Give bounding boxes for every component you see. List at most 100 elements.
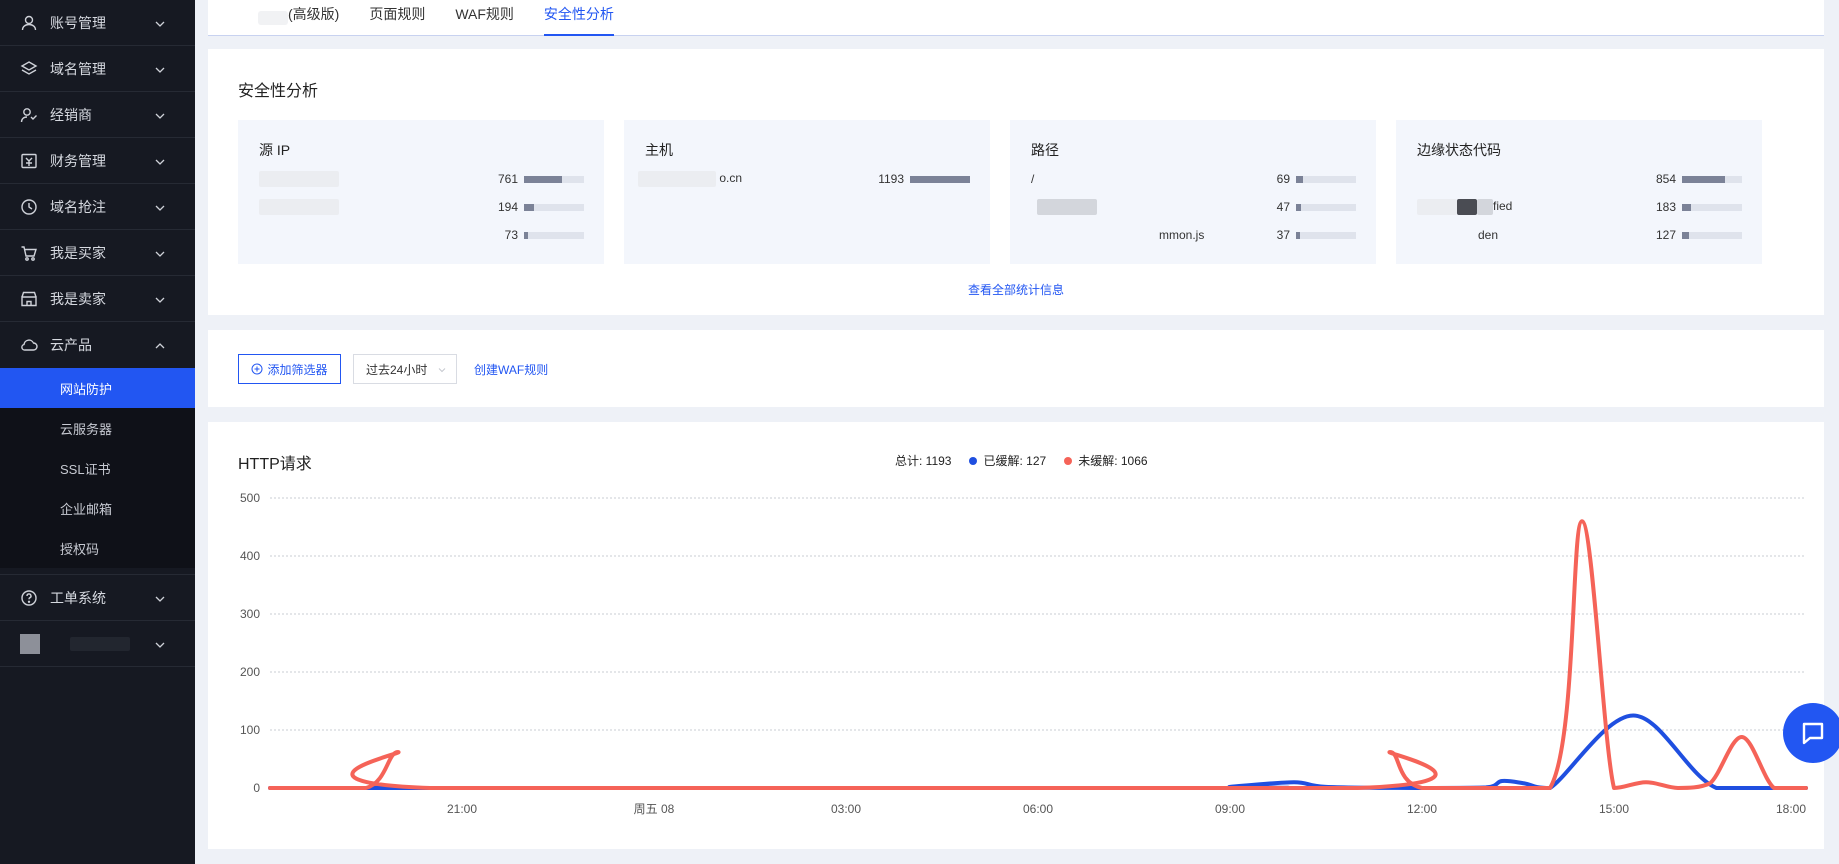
series-line-cached	[268, 713, 1808, 791]
stat-value: 183	[1655, 200, 1676, 214]
card-path: 路径 / 69 47 mmon.js 37	[1010, 120, 1376, 264]
security-analysis-panel: 安全性分析 源 IP 761 194 73 主机 o.cn 1193 路径 / …	[208, 49, 1824, 315]
card-title: 源 IP	[259, 142, 291, 158]
chevron-down-icon	[155, 591, 165, 602]
sidebar-item-account[interactable]: 账号管理	[0, 0, 195, 46]
page-title: 安全性分析	[238, 83, 319, 100]
stat-value: 761	[497, 172, 518, 186]
sidebar-item-label: 域名抢注	[50, 198, 106, 215]
x-tick-label: 06:00	[1023, 802, 1053, 816]
x-tick-label: 03:00	[831, 802, 861, 816]
x-tick-label: 18:00	[1776, 802, 1806, 816]
y-tick-label: 500	[240, 491, 260, 505]
stat-value: 47	[1276, 200, 1290, 214]
stat-label: /	[1031, 172, 1035, 186]
x-tick-label: 12:00	[1407, 802, 1437, 816]
question-icon	[20, 589, 38, 607]
time-range-select[interactable]: 过去24小时	[353, 354, 457, 384]
add-filter-button[interactable]: 添加筛选器	[238, 354, 341, 384]
sidebar-item-dealer[interactable]: 经销商	[0, 92, 195, 138]
stat-row: 761	[259, 170, 584, 188]
http-requests-chart: 0 100 200 300 400 500 21:00 周五 08 03:00 06:00 09:0…	[240, 491, 1808, 816]
stat-row: fied 183	[1417, 198, 1742, 216]
redacted-label	[638, 171, 716, 187]
sidebar-item-label: 云产品	[50, 337, 92, 353]
x-tick-label: 15:00	[1599, 802, 1629, 816]
x-tick-label: 周五 08	[634, 802, 675, 816]
stat-label: fied	[1493, 199, 1513, 214]
card-host: 主机 o.cn 1193	[624, 120, 990, 264]
sidebar-item-backorder[interactable]: 域名抢注	[0, 184, 195, 230]
time-range-value: 过去24小时	[366, 362, 428, 377]
stat-row: den 127	[1417, 226, 1742, 244]
stat-bar	[910, 175, 970, 183]
finance-icon	[20, 152, 38, 170]
x-tick-label: 21:00	[447, 802, 477, 816]
stat-label: mmon.js	[1159, 228, 1205, 242]
tab-bar: (高级版) 页面规则 WAF规则 安全性分析	[208, 0, 1824, 36]
chevron-down-icon	[155, 108, 165, 119]
sidebar-item-buyer[interactable]: 我是买家	[0, 230, 195, 276]
view-all-stats-link[interactable]: 查看全部统计信息	[208, 281, 1824, 298]
sidebar-item-cloud[interactable]: 云产品	[0, 322, 195, 368]
chevron-down-icon	[155, 246, 165, 257]
tab-security-analysis[interactable]: 安全性分析	[529, 0, 629, 36]
sidebar-subitem-auth-code[interactable]: 授权码	[0, 528, 195, 568]
sidebar-item-label: 工单系统	[50, 589, 106, 606]
sidebar-item-label: 我是买家	[50, 244, 106, 261]
card-edge-status: 边缘状态代码 fied 183 854 den 127	[1396, 120, 1762, 264]
stat-bar	[1682, 231, 1742, 239]
http-requests-panel: HTTP请求 总计: 1193 已缓解: 127 未缓解: 1066 0 100 2…	[208, 422, 1824, 849]
y-tick-label: 200	[240, 665, 260, 679]
sidebar-item-seller[interactable]: 我是卖家	[0, 276, 195, 322]
tab-advanced[interactable]: (高级版)	[273, 0, 354, 35]
stat-value: 127	[1655, 228, 1676, 242]
sidebar-user-menu[interactable]	[0, 621, 195, 667]
y-tick-label: 400	[240, 549, 260, 563]
chevron-down-icon	[155, 637, 165, 648]
stat-value: 194	[497, 200, 518, 214]
chevron-down-icon	[155, 154, 165, 165]
sidebar-item-domain[interactable]: 域名管理	[0, 46, 195, 92]
sidebar-subitem-email[interactable]: 企业邮箱	[0, 488, 195, 528]
stat-row: 47	[1031, 198, 1356, 216]
layers-icon	[20, 60, 38, 78]
live-chat-button[interactable]	[1783, 703, 1839, 763]
stat-bar	[1296, 203, 1356, 211]
card-title: 路径	[1031, 142, 1059, 158]
store-icon	[20, 290, 38, 308]
stat-value: 854	[1655, 172, 1676, 186]
create-waf-rule-link[interactable]: 创建WAF规则	[474, 361, 548, 378]
card-title: 边缘状态代码	[1417, 142, 1501, 158]
avatar	[20, 633, 40, 654]
main-content: (高级版) 页面规则 WAF规则 安全性分析 安全性分析 源 IP 761 19…	[195, 0, 1839, 864]
stat-row: mmon.js 37	[1031, 226, 1356, 244]
chevron-up-icon	[155, 338, 165, 349]
chevron-down-icon	[155, 200, 165, 211]
stat-value: 69	[1276, 172, 1290, 186]
sidebar-item-finance[interactable]: 财务管理	[0, 138, 195, 184]
stat-value: 73	[504, 228, 518, 242]
stat-row: 194	[259, 198, 584, 216]
stat-bar	[524, 203, 584, 211]
sidebar-item-label: 财务管理	[50, 152, 106, 169]
chevron-down-icon	[155, 16, 165, 27]
y-tick-label: 100	[240, 723, 260, 737]
redacted-username	[70, 636, 130, 651]
tab-page-rules[interactable]: 页面规则	[354, 0, 440, 35]
stat-value: 37	[1276, 228, 1290, 242]
sidebar-subitem-ssl[interactable]: SSL证书	[0, 448, 195, 488]
stat-bar	[1682, 203, 1742, 211]
cart-icon	[20, 244, 38, 262]
tab-waf-rules[interactable]: WAF规则	[440, 0, 529, 35]
chevron-down-icon	[155, 62, 165, 73]
sidebar-subitem-web-protection[interactable]: 网站防护	[0, 368, 195, 408]
sidebar-item-ticket[interactable]: 工单系统	[0, 575, 195, 621]
filter-panel: 添加筛选器 过去24小时 创建WAF规则	[208, 330, 1824, 407]
cloud-submenu: 网站防护 云服务器 SSL证书 企业邮箱 授权码	[0, 368, 195, 568]
clock-icon	[20, 198, 38, 216]
stat-row: 73	[259, 226, 584, 244]
chevron-down-icon	[438, 368, 446, 373]
stat-value: 1193	[878, 172, 904, 186]
sidebar-subitem-cloud-server[interactable]: 云服务器	[0, 408, 195, 448]
